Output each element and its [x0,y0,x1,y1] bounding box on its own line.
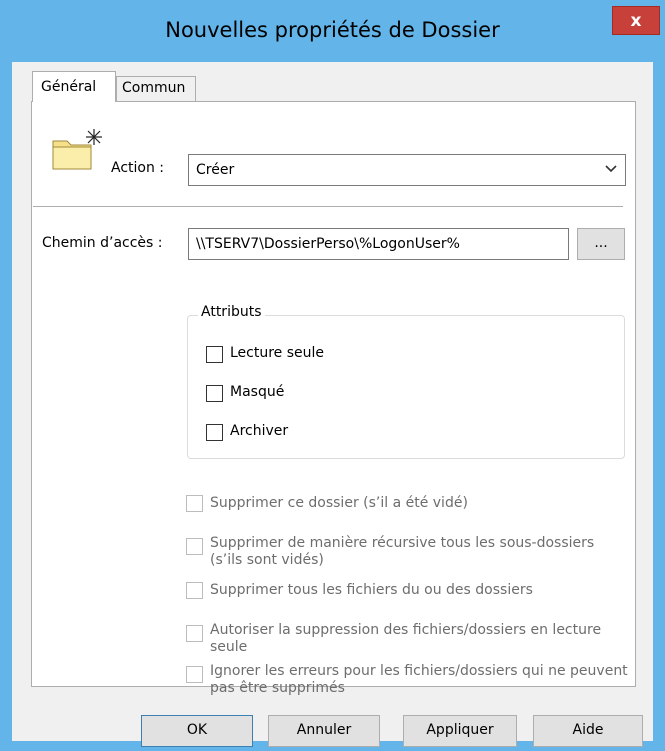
separator [33,206,623,207]
path-input[interactable]: \\TSERV7\DossierPerso\%LogonUser% [188,228,569,260]
browse-button[interactable]: ... [577,228,625,260]
folder-new-icon [52,129,102,170]
checkbox-allow-readonly-delete-label[interactable]: Autoriser la suppression des fichiers/do… [210,622,630,656]
checkbox-delete-files-label[interactable]: Supprimer tous les fichiers du ou des do… [210,582,630,599]
checkbox-allow-readonly-delete[interactable] [186,625,203,642]
checkbox-delete-files[interactable] [186,582,203,599]
checkbox-readonly-label[interactable]: Lecture seule [230,345,324,361]
action-combobox[interactable]: Créer [188,154,626,186]
dialog-client-area: Général Commun Action : Créer Chemin d’a… [12,62,653,747]
checkbox-delete-recursive[interactable] [186,538,203,555]
action-label: Action : [111,160,165,176]
dialog-window: Nouvelles propriétés de Dossier x Généra… [0,0,665,751]
checkbox-delete-folder[interactable] [186,495,203,512]
tab-panel-general: Action : Créer Chemin d’accès : \\TSERV7… [31,101,636,696]
checkbox-hidden[interactable] [206,385,223,402]
checkbox-readonly[interactable] [206,346,223,363]
checkbox-delete-recursive-label[interactable]: Supprimer de manière récursive tous les … [210,535,630,569]
checkbox-ignore-errors-label[interactable]: Ignorer les erreurs pour les fichiers/do… [210,663,630,697]
checkbox-archive[interactable] [206,424,223,441]
attributes-group-title: Attributs [198,304,265,320]
checkbox-hidden-label[interactable]: Masqué [230,384,284,400]
checkbox-archive-label[interactable]: Archiver [230,423,288,439]
tab-common[interactable]: Commun [116,76,196,102]
window-title: Nouvelles propriétés de Dossier [165,18,500,42]
chevron-down-icon [605,165,617,173]
ok-button[interactable]: OK [141,715,253,747]
help-button[interactable]: Aide [533,715,643,747]
close-button[interactable]: x [612,6,660,35]
path-label: Chemin d’accès : [42,235,163,251]
tab-general[interactable]: Général [32,71,116,102]
checkbox-ignore-errors[interactable] [186,666,203,683]
checkbox-delete-folder-label[interactable]: Supprimer ce dossier (s’il a été vidé) [210,495,630,512]
action-value: Créer [196,162,235,178]
apply-button[interactable]: Appliquer [403,715,517,747]
title-bar[interactable]: Nouvelles propriétés de Dossier x [0,0,665,62]
cancel-button[interactable]: Annuler [268,715,380,747]
